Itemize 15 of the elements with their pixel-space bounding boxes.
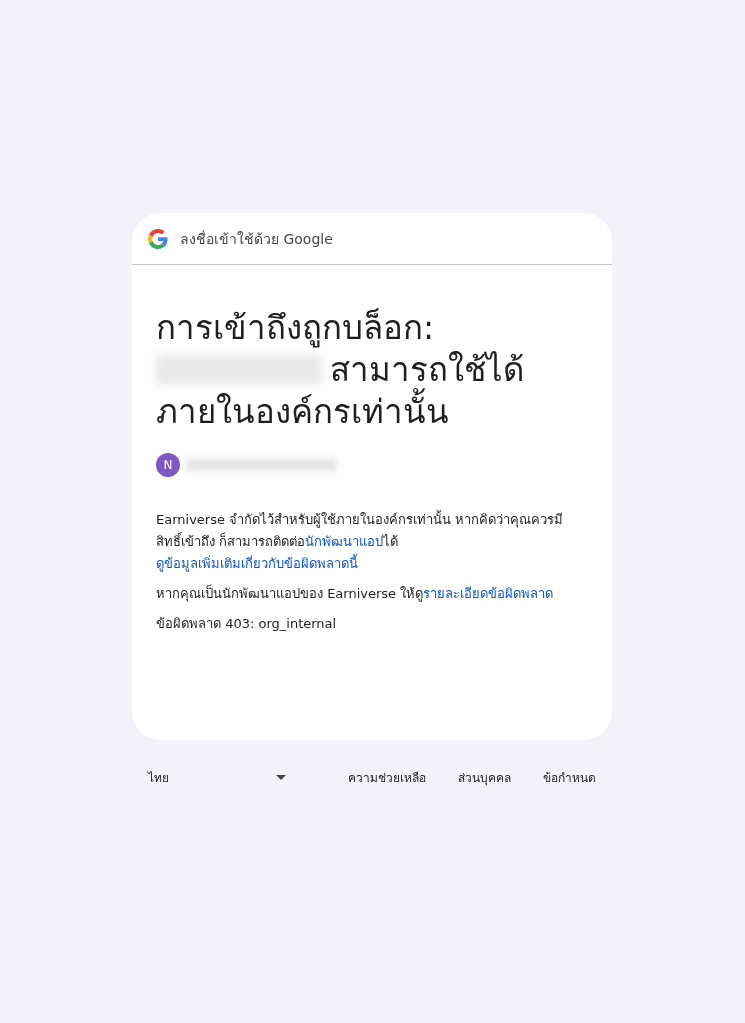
footer-link[interactable]: ความช่วยเหลือ	[332, 762, 442, 793]
footer-link[interactable]: ส่วนบุคคล	[442, 762, 527, 793]
message-paragraph: ข้อผิดพลาด 403: org_internal	[156, 615, 338, 633]
heading-text: สามารถใช้ได้	[330, 350, 524, 389]
header-title: ลงชื่อเข้าใช้ด้วย Google	[180, 229, 333, 249]
account-avatar: N	[156, 453, 180, 477]
link[interactable]: ดูข้อมูลเพิ่มเติมเกี่ยวกับข้อผิดพลาดนี้	[156, 556, 358, 571]
footer-link[interactable]: ข้อกำหนด	[527, 762, 612, 793]
heading-text: การเข้าถึงถูกบล็อก:	[156, 307, 436, 349]
message-paragraph: Earniverse จำกัดไว้สำหรับผู้ใช้ภายในองค์กรเท่านั้น หากคิดว่าคุณควรมีสิทธิ์เข้าถึง ก็สามารถติดต่อนักพัฒนาแอปได้ ดูข้อมูลเพิ่มเติมเกี่ยวกับข้อผิดพลาดนี้	[156, 509, 565, 574]
language-dropdown[interactable]: ไทย	[132, 762, 302, 793]
message-paragraph: หากคุณเป็นนักพัฒนาแอปของ Earniverse ให้ดูรายละเอียดข้อผิดพลาด	[156, 583, 555, 604]
dropdown-caret-icon	[276, 775, 286, 780]
google-logo-icon	[148, 228, 168, 249]
link[interactable]: รายละเอียดข้อผิดพลาด	[423, 586, 554, 601]
